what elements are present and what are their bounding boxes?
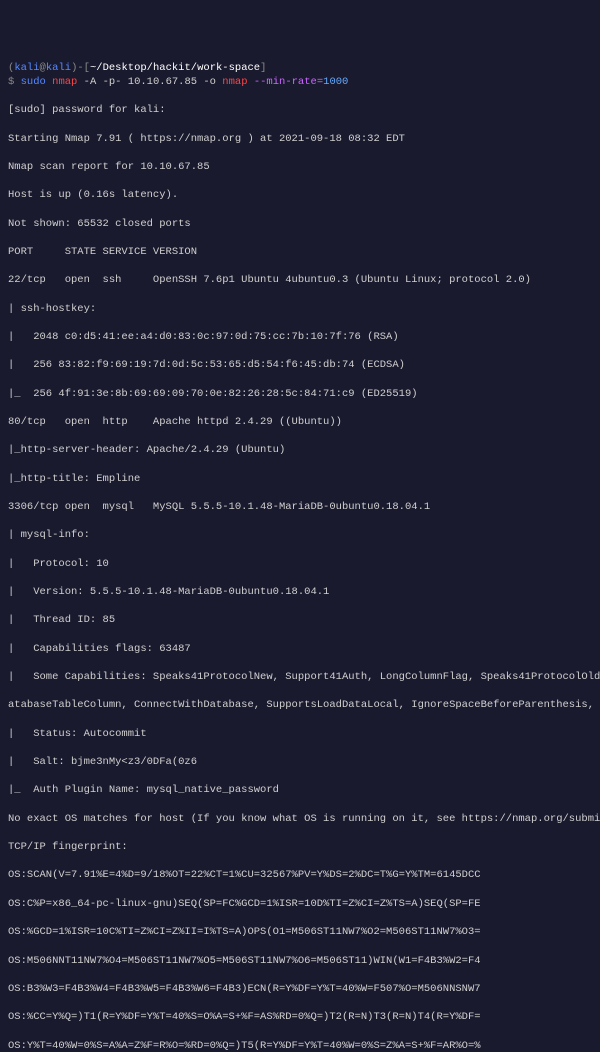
output-line: [sudo] password for kali: [8,103,592,117]
cmd-tool: nmap [52,76,77,88]
prompt-close: )-[ [71,62,90,74]
output-line: | 2048 c0:d5:41:ee:a4:d0:83:0c:97:0d:75:… [8,330,592,344]
output-line: | Version: 5.5.5-10.1.48-MariaDB-0ubuntu… [8,585,592,599]
output-line: | Status: Autocommit [8,727,592,741]
output-line: OS:Y%T=40%W=0%S=A%A=Z%F=R%O=%RD=0%Q=)T5(… [8,1039,592,1052]
output-line: 22/tcp open ssh OpenSSH 7.6p1 Ubuntu 4ub… [8,273,592,287]
output-line: |_http-title: Empline [8,472,592,486]
output-line: 80/tcp open http Apache httpd 2.4.29 ((U… [8,415,592,429]
output-line: OS:%GCD=1%ISR=10C%TI=Z%CI=Z%II=I%TS=A)OP… [8,925,592,939]
output-line: atabaseTableColumn, ConnectWithDatabase,… [8,698,592,712]
cmd-sudo: sudo [21,76,46,88]
output-line: | mysql-info: [8,528,592,542]
output-line: PORT STATE SERVICE VERSION [8,245,592,259]
output-line: Nmap scan report for 10.10.67.85 [8,160,592,174]
prompt-user: kali [14,62,39,74]
cmd-optval: 1000 [323,76,348,88]
output-line: | Some Capabilities: Speaks41ProtocolNew… [8,670,592,684]
cmd-args1: -A -p- 10.10.67.85 -o [77,76,222,88]
output-line: OS:%CC=Y%Q=)T1(R=Y%DF=Y%T=40%S=O%A=S+%F=… [8,1010,592,1024]
output-line: | Thread ID: 85 [8,613,592,627]
prompt-path: ~/Desktop/hackit/work-space [90,62,260,74]
output-line: 3306/tcp open mysql MySQL 5.5.5-10.1.48-… [8,500,592,514]
output-line: | Protocol: 10 [8,557,592,571]
output-line: No exact OS matches for host (If you kno… [8,812,592,826]
output-line: Starting Nmap 7.91 ( https://nmap.org ) … [8,132,592,146]
output-line: OS:SCAN(V=7.91%E=4%D=9/18%OT=22%CT=1%CU=… [8,868,592,882]
output-line: |_ 256 4f:91:3e:8b:69:69:09:70:0e:82:26:… [8,387,592,401]
prompt-host: kali [46,62,71,74]
output-line: TCP/IP fingerprint: [8,840,592,854]
output-line: |_http-server-header: Apache/2.4.29 (Ubu… [8,443,592,457]
cmd-opt: --min-rate= [248,76,324,88]
output-line: OS:B3%W3=F4B3%W4=F4B3%W5=F4B3%W6=F4B3)EC… [8,982,592,996]
prompt-close2: ] [260,62,266,74]
prompt-line[interactable]: (kali@kali)-[~/Desktop/hackit/work-space… [8,61,592,89]
output-line: | ssh-hostkey: [8,302,592,316]
output-line: | Capabilities flags: 63487 [8,642,592,656]
prompt-dollar: $ [8,76,21,88]
output-line: | 256 83:82:f9:69:19:7d:0d:5c:53:65:d5:5… [8,358,592,372]
output-line: OS:M506NNT11NW7%O4=M506ST11NW7%O5=M506ST… [8,954,592,968]
output-line: Host is up (0.16s latency). [8,188,592,202]
output-line: |_ Auth Plugin Name: mysql_native_passwo… [8,783,592,797]
cmd-out: nmap [222,76,247,88]
output-line: OS:C%P=x86_64-pc-linux-gnu)SEQ(SP=FC%GCD… [8,897,592,911]
output-line: | Salt: bjme3nMy<z3/0DFa(0z6 [8,755,592,769]
output-line: Not shown: 65532 closed ports [8,217,592,231]
